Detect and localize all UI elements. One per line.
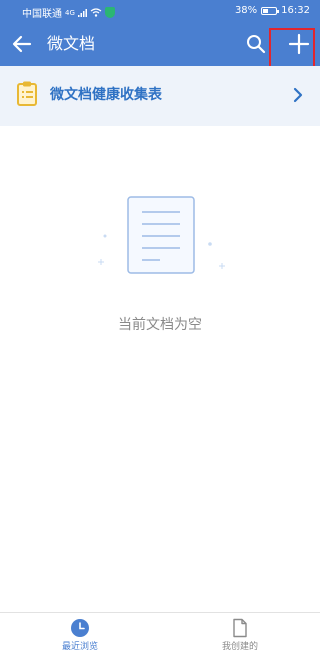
bottom-tab-bar: 最近浏览 我创建的 [0,612,320,652]
battery-fill [263,8,268,13]
shield-icon [104,7,115,18]
status-right: 38% 16:32 [235,5,310,16]
clock-icon [71,619,89,637]
empty-document-icon [98,196,225,274]
clock-time: 16:32 [281,5,310,16]
status-left: 中国联通 4G [22,5,115,20]
tab-created[interactable]: 我创建的 [160,613,320,653]
tab-created-label: 我创建的 [221,642,258,652]
health-collection-row[interactable]: 微文档健康收集表 [0,66,320,126]
clipboard-icon [17,81,37,106]
network-type: 4G [65,8,75,17]
carrier-name: 中国联通 [22,9,62,20]
battery-percent: 38% [234,5,258,16]
collection-form-label: 微文档健康收集表 [50,87,162,103]
status-bar: 中国联通 4G 38% 16:32 [0,0,320,22]
page-title: 微文档 [47,34,96,53]
signal-icon [77,8,87,17]
document-icon [233,618,247,638]
empty-state-message: 当前文档为空 [118,317,202,333]
wifi-icon [90,8,102,17]
tab-recent[interactable]: 最近浏览 [0,613,160,653]
chevron-right-icon [293,87,303,103]
back-arrow-icon[interactable] [10,32,34,56]
search-icon[interactable] [244,32,268,56]
battery-icon [261,6,280,15]
tab-recent-label: 最近浏览 [61,642,98,652]
